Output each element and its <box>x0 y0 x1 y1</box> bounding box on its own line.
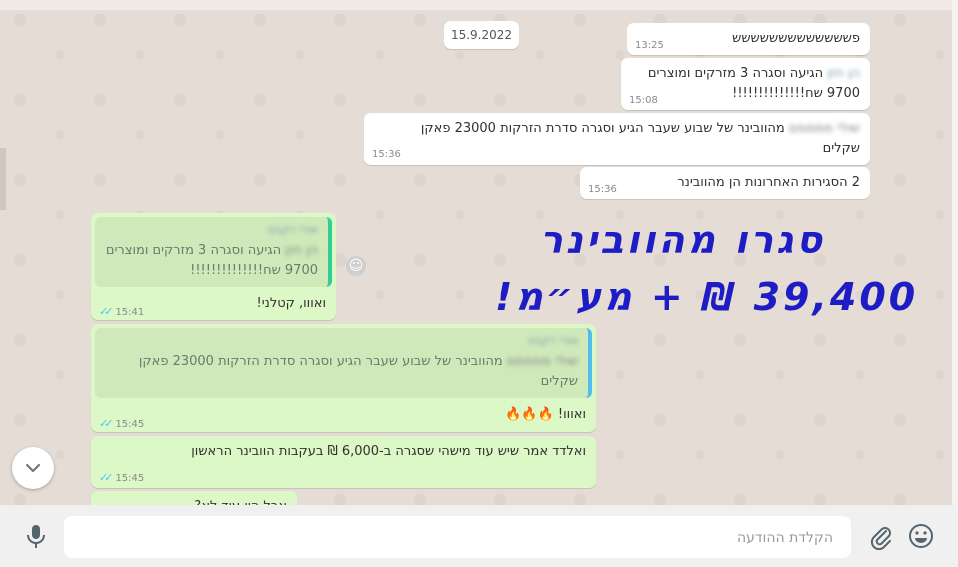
right-edge <box>952 0 958 505</box>
message-bubble[interactable]: 2 הסגירות האחרונות הן מהוובינר 15:36 <box>580 167 870 199</box>
quote-sender: הן חזן <box>285 243 318 258</box>
read-ticks-icon: ✓✓ <box>99 471 114 484</box>
smiley-icon[interactable]: ☺ <box>346 256 366 276</box>
microphone-icon[interactable] <box>22 522 50 550</box>
quote-author: אורי רקבט <box>527 334 578 347</box>
read-ticks-icon: ✓✓ <box>99 417 114 430</box>
attach-icon[interactable] <box>867 523 895 551</box>
message-text: 2 הסגירות האחרונות הן מהוובינר <box>677 175 860 190</box>
message-bubble[interactable]: ואלדד אמר שיש עוד מישהי שסגרה ב-6,000 ₪ … <box>91 436 596 488</box>
message-time: 15:36 <box>372 149 401 160</box>
message-bubble[interactable]: פששששששששששששש 13:25 <box>627 23 870 55</box>
chat-panel[interactable]: 15.9.2022 פששששששששששששש 13:25 הן חזן הג… <box>0 0 958 505</box>
message-bubble[interactable]: אורי רקבט שולי ממממם מהוובינר של שבוע שע… <box>91 324 596 432</box>
message-bubble[interactable]: אבל היו עוד לא? <box>91 491 297 505</box>
overlay-headline: סגרו מהוובינר <box>540 218 826 262</box>
message-text: אבל היו עוד לא? <box>101 497 287 505</box>
chevron-down-icon <box>25 463 41 473</box>
message-time: 15:45 <box>115 473 145 484</box>
message-input-box[interactable] <box>60 516 851 560</box>
sender-name: שולי ממממם <box>788 121 860 136</box>
message-time: 15:41 <box>115 307 145 318</box>
message-time: 15:45 <box>115 419 145 430</box>
message-text: פששששששששששששש <box>732 31 860 46</box>
message-input[interactable] <box>60 516 835 560</box>
read-ticks-icon: ✓✓ <box>99 305 114 318</box>
header-strip <box>0 0 958 10</box>
quote-author: אורי רקבט <box>267 223 318 236</box>
message-text: ואלדד אמר שיש עוד מישהי שסגרה ב-6,000 ₪ … <box>191 444 586 459</box>
message-time: 15:08 <box>629 95 658 106</box>
emoji-icon[interactable] <box>907 522 935 550</box>
composer-bar <box>0 505 958 567</box>
message-bubble[interactable]: שולי ממממם מהוובינר של שבוע שעבר הגיע וס… <box>364 113 870 165</box>
message-text: ואווו! 🔥🔥🔥 <box>505 407 586 422</box>
overlay-amount: 39,400 ₪ + מע״מ! <box>495 275 919 319</box>
scroll-down-button[interactable] <box>12 447 54 489</box>
quoted-message[interactable]: אורי רקבט הן חזן הגיעה וסגרה 3 מזרקים ומ… <box>95 217 332 287</box>
message-time: 15:36 <box>588 184 617 195</box>
quoted-message[interactable]: אורי רקבט שולי ממממם מהוובינר של שבוע שע… <box>95 328 592 398</box>
sender-name: הן חזן <box>827 66 860 81</box>
date-chip: 15.9.2022 <box>444 21 519 49</box>
quote-sender: שולי ממממם <box>506 354 578 369</box>
message-bubble[interactable]: הן חזן הגיעה וסגרה 3 מזרקים ומוצרים 9700… <box>621 58 870 110</box>
message-time: 13:25 <box>635 40 664 51</box>
scrollbar-thumb[interactable] <box>0 148 6 210</box>
message-bubble[interactable]: אורי רקבט הן חזן הגיעה וסגרה 3 מזרקים ומ… <box>91 213 336 320</box>
